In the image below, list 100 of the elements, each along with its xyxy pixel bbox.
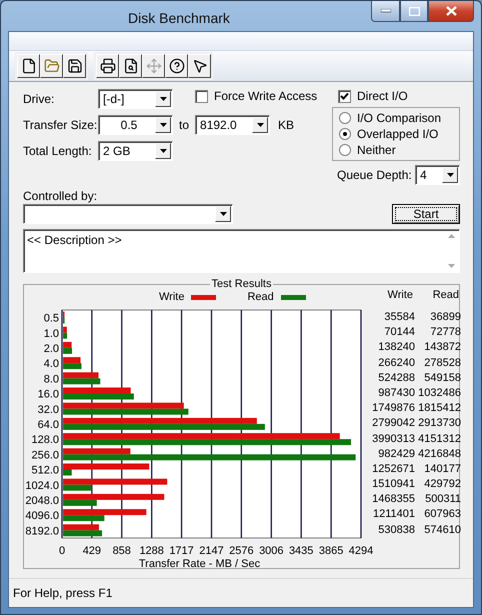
- axis-label: 1288: [139, 545, 164, 557]
- read-bar: [63, 332, 68, 339]
- table-cell-text: 278528: [423, 356, 461, 371]
- axis-label: 3006: [259, 545, 284, 557]
- dropdown-arrow-icon: [256, 123, 264, 127]
- table-cell-text: 1468355: [371, 492, 415, 508]
- table-cell-text: 524288: [377, 370, 415, 386]
- radio-label: Overlapped I/O: [357, 127, 438, 141]
- window-title: Disk Benchmark: [128, 10, 230, 26]
- table-cell-text: 1749876: [371, 401, 415, 416]
- table-cell-text: 3990313: [371, 432, 415, 446]
- transfer-size-to-dropdown[interactable]: 8192.0: [195, 115, 270, 135]
- read-bar: [63, 363, 82, 370]
- radio-button[interactable]: [339, 128, 351, 140]
- queue-depth-dropdown[interactable]: 4: [415, 165, 460, 185]
- field-label: Controlled by:: [23, 189, 98, 203]
- description-text: << Description >>: [26, 232, 123, 249]
- table-cell-text: 2799042: [371, 416, 415, 432]
- printer-button[interactable]: [96, 54, 119, 78]
- legend-label: Write: [159, 291, 184, 303]
- axis-label: 3435: [288, 545, 314, 557]
- axis-label: 32.0: [38, 404, 59, 416]
- checkbox[interactable]: [338, 90, 351, 102]
- table-cell-text: 35584: [383, 310, 415, 325]
- axis-label: 4294: [348, 545, 374, 557]
- table-cell-text: 140177: [423, 462, 461, 477]
- table-cell-text: 138240: [377, 340, 415, 356]
- axis-label: 8192.0: [25, 525, 59, 538]
- folder-icon: [44, 58, 60, 74]
- field-label: Queue Depth:: [337, 168, 412, 182]
- radio-button[interactable]: [339, 144, 351, 156]
- read-bar: [63, 484, 92, 491]
- axis-label: 4096.0: [25, 510, 59, 522]
- floppy-disk-button[interactable]: [63, 54, 86, 78]
- table-cell-text: 36899: [429, 310, 461, 325]
- print-preview-icon: [122, 58, 138, 74]
- field-label: Total Length:: [23, 144, 93, 158]
- axis-label: 4.0: [44, 358, 59, 370]
- axis-label: 2576: [229, 545, 254, 557]
- table-cell-text: 1211401: [372, 507, 415, 522]
- dropdown-arrow-icon: [160, 149, 166, 153]
- printer-icon: [100, 58, 116, 74]
- dropdown-arrow-icon: [220, 212, 226, 216]
- help-icon: [168, 58, 184, 74]
- status-text: For Help, press F1: [13, 586, 112, 600]
- axis-label: 16.0: [38, 388, 59, 401]
- write-bar: [63, 388, 131, 394]
- write-bar: [63, 326, 67, 333]
- column-header: Read: [432, 289, 459, 304]
- axis-label: 2048.0: [25, 495, 59, 507]
- axis-label: 512.0: [31, 464, 59, 477]
- table-cell-text: 429792: [423, 477, 461, 492]
- table-cell-text: 1510941: [371, 477, 415, 492]
- range-separator: to: [179, 118, 190, 132]
- maximize-button[interactable]: [400, 1, 428, 22]
- axis-label: 1.0: [44, 328, 59, 340]
- transfer-size-from-dropdown[interactable]: 0.5: [98, 115, 173, 135]
- axis-label: 1717: [169, 545, 194, 557]
- read-bar: [63, 394, 134, 400]
- table-cell-text: 607963: [423, 507, 461, 522]
- axis-label: 429: [82, 545, 102, 557]
- start-button[interactable]: Start: [392, 204, 460, 224]
- checkbox[interactable]: [195, 90, 208, 102]
- group-title: Test Results: [210, 278, 274, 290]
- axis-label: 0.5: [44, 312, 59, 325]
- new-file-button[interactable]: [17, 54, 40, 78]
- axis-label: 3865: [318, 545, 344, 557]
- table-cell-text: 530838: [377, 522, 415, 538]
- close-button[interactable]: [428, 1, 474, 22]
- radio-button[interactable]: [339, 112, 351, 124]
- dropdown-arrow-icon: [160, 123, 166, 127]
- dropdown-arrow-icon: [446, 173, 454, 177]
- write-bar: [63, 357, 81, 364]
- read-bar: [63, 515, 104, 522]
- table-cell-text: 72778: [429, 325, 461, 340]
- axis-label: 128.0: [31, 434, 59, 446]
- table-cell-text: 1252671: [371, 462, 415, 477]
- radio-label: I/O Comparison: [357, 111, 442, 125]
- help-button[interactable]: [165, 54, 188, 78]
- axis-label: 858: [112, 545, 131, 557]
- table-cell-text: 2913730: [417, 416, 461, 432]
- total-length-dropdown[interactable]: 2 GB: [98, 141, 173, 161]
- drive-dropdown[interactable]: [-d-]: [98, 89, 173, 109]
- table-cell-text: 4151312: [417, 432, 461, 446]
- print-preview-button[interactable]: [119, 54, 142, 78]
- checkbox-label: Direct I/O: [357, 89, 408, 103]
- axis-label: 8.0: [44, 373, 59, 386]
- close-icon: [446, 6, 456, 16]
- legend-label: Read: [247, 291, 274, 303]
- table-cell-text: 4216848: [417, 446, 461, 462]
- dropdown-arrow-icon: [160, 97, 166, 101]
- controlled-by-dropdown[interactable]: [23, 204, 233, 224]
- table-cell-text: 987430: [377, 386, 415, 401]
- table-cell-text: 143872: [423, 340, 461, 356]
- axis-label: 2.0: [44, 343, 59, 355]
- axis-label: 2147: [199, 545, 224, 557]
- table-cell-text: 574610: [423, 522, 461, 538]
- minimize-button[interactable]: [371, 1, 400, 22]
- folder-button[interactable]: [40, 54, 63, 78]
- axis-label: 1024.0: [25, 480, 59, 492]
